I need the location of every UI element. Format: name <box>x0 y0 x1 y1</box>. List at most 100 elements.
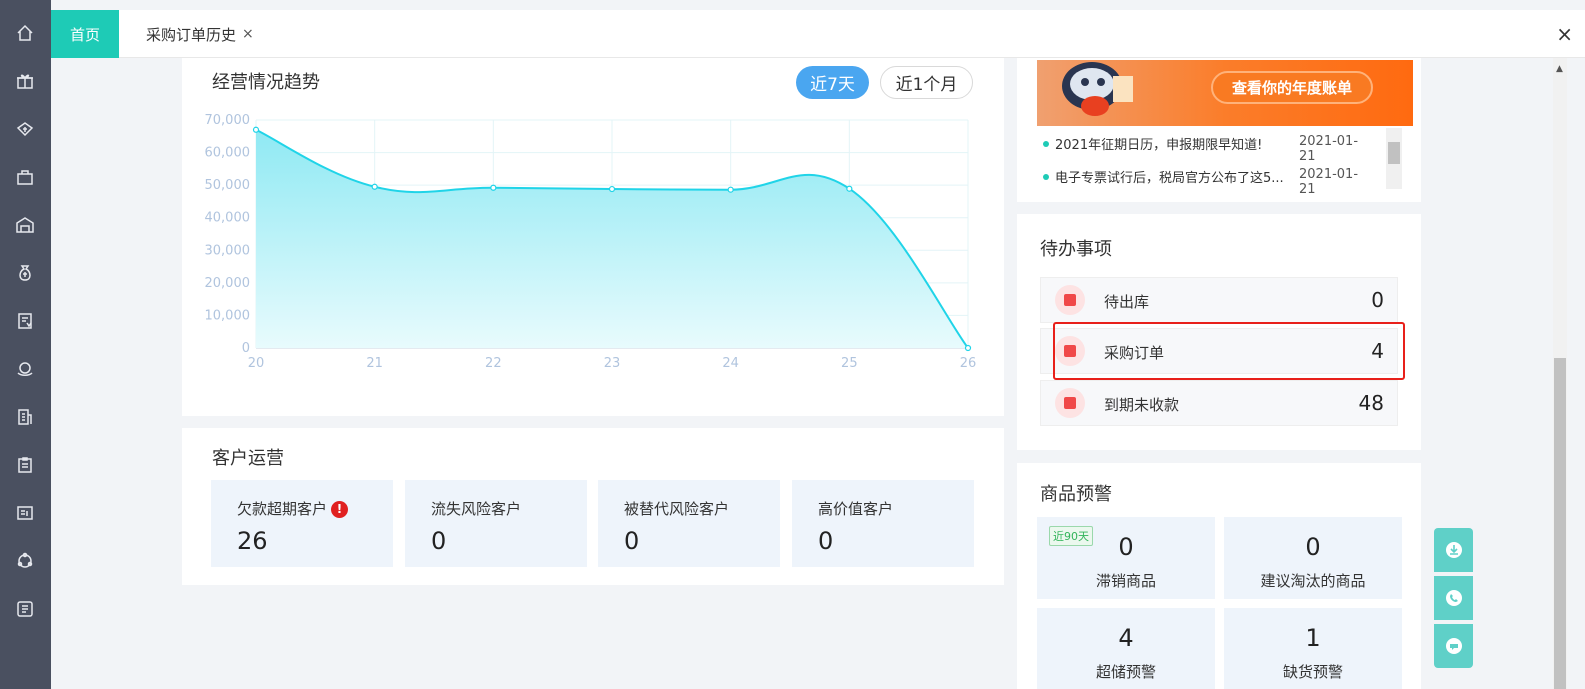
customer-overdue-label-wrap: 欠款超期客户! <box>237 498 349 519</box>
annual-bill-button[interactable]: 查看你的年度账单 <box>1211 71 1373 104</box>
todo-label: 待出库 <box>1104 293 1150 311</box>
todo-item-overdue-receivable[interactable]: 到期未收款 48 <box>1040 380 1398 426</box>
overstock-label: 超储预警 <box>1095 663 1156 681</box>
customer-high-value-card[interactable]: 高价值客户 0 <box>792 480 974 567</box>
customer-overdue-label: 欠款超期客户 <box>237 500 328 518</box>
customer-high-value-value: 0 <box>818 527 834 555</box>
cycle-icon[interactable] <box>9 545 41 577</box>
trend-chart: 0 10,000 20,000 30,000 40,000 50,000 60,000 70,… <box>205 113 977 371</box>
out-of-stock-card[interactable]: 1 缺货预警 <box>1224 608 1402 689</box>
customer-overdue-value: 26 <box>237 527 268 555</box>
x-tick-label: 22 <box>485 356 502 371</box>
tab-purchase-history-label: 采购订单历史 <box>146 25 237 44</box>
data-point <box>727 186 734 193</box>
customer-replaced-card[interactable]: 被替代风险客户 0 <box>598 480 780 567</box>
chat-button[interactable] <box>1434 624 1473 668</box>
x-tick-label: 20 <box>248 356 265 371</box>
finance-icon[interactable] <box>9 113 41 145</box>
overstock-value: 4 <box>1118 624 1134 652</box>
customer-high-value-label: 高价值客户 <box>818 500 894 518</box>
data-point <box>608 185 616 193</box>
x-tick-label: 24 <box>722 356 739 371</box>
todo-value: 0 <box>1371 288 1384 312</box>
news-scrollbar[interactable] <box>1386 128 1402 189</box>
overstock-card[interactable]: 4 超储预警 <box>1037 608 1215 689</box>
y-tick-label: 20,000 <box>205 276 251 291</box>
x-tick-label: 25 <box>841 356 858 371</box>
news-bullet-icon <box>1043 141 1049 147</box>
customer-ops-title: 客户运营 <box>212 448 284 469</box>
invoice-icon[interactable] <box>9 305 41 337</box>
tab-home[interactable]: 首页 <box>51 10 119 58</box>
todo-item-pending-outbound[interactable]: 待出库 0 <box>1040 277 1398 323</box>
y-tick-label: 40,000 <box>205 211 251 226</box>
range-7-days-button[interactable]: 近7天 <box>796 66 869 99</box>
bag-icon[interactable] <box>9 161 41 193</box>
news-scrollbar-thumb[interactable] <box>1388 142 1400 164</box>
page-scrollbar-thumb[interactable] <box>1554 358 1566 689</box>
phone-button[interactable] <box>1434 576 1473 620</box>
customer-overdue-card[interactable]: 欠款超期客户! 26 <box>211 480 393 567</box>
tab-purchase-history[interactable]: 采购订单历史 × <box>146 10 254 58</box>
money-bag-icon[interactable] <box>9 257 41 289</box>
clipboard-icon[interactable] <box>9 449 41 481</box>
id-card-icon[interactable] <box>9 497 41 529</box>
suggest-eliminate-label: 建议淘汰的商品 <box>1260 572 1366 590</box>
x-tick-label: 21 <box>366 356 383 371</box>
scroll-up-icon[interactable]: ▲ <box>1556 64 1563 74</box>
y-tick-label: 50,000 <box>205 178 251 193</box>
data-point <box>490 184 497 191</box>
warehouse-icon[interactable] <box>9 209 41 241</box>
news-text: 2021年征期日历，申报期限早知道! <box>1055 138 1263 153</box>
out-of-stock-label: 缺货预警 <box>1282 663 1343 681</box>
slow-moving-value: 0 <box>1118 533 1134 561</box>
todo-title: 待办事项 <box>1040 239 1112 260</box>
warning-icon: ! <box>331 501 349 518</box>
suggest-eliminate-card[interactable]: 0 建议淘汰的商品 <box>1224 517 1402 599</box>
trend-title: 经营情况趋势 <box>212 72 320 93</box>
building-icon[interactable] <box>9 401 41 433</box>
news-bullet-icon <box>1043 174 1049 180</box>
coins-icon[interactable] <box>9 353 41 385</box>
product-alerts-title: 商品预警 <box>1040 484 1112 505</box>
top-strip <box>51 0 1585 10</box>
tab-bar: 首页 采购订单历史 × × <box>51 10 1585 58</box>
slow-moving-label: 滞销商品 <box>1095 572 1156 590</box>
gift-icon[interactable] <box>9 65 41 97</box>
sidebar <box>0 0 51 689</box>
y-tick-label: 30,000 <box>205 243 251 258</box>
todo-value: 48 <box>1358 391 1384 415</box>
close-all-tabs-icon[interactable]: × <box>1556 22 1573 46</box>
page-scrollbar[interactable]: ▲ <box>1553 58 1567 689</box>
chat-icon <box>1445 638 1462 654</box>
x-tick-label: 26 <box>960 356 977 371</box>
news-date: 2021-01-21 <box>1299 134 1359 164</box>
home-icon[interactable] <box>9 17 41 49</box>
annual-bill-banner[interactable]: 查看你的年度账单 <box>1037 60 1413 126</box>
range-1-month-button[interactable]: 近1个月 <box>880 66 973 99</box>
outbound-icon <box>1055 285 1085 315</box>
mascot-illustration <box>1062 62 1133 116</box>
suggest-eliminate-value: 0 <box>1305 533 1321 561</box>
out-of-stock-value: 1 <box>1305 624 1321 652</box>
phone-icon <box>1445 590 1462 606</box>
news-text: 电子专票试行后，税局官方公布了这5... <box>1055 171 1284 186</box>
news-item[interactable]: 电子专票试行后，税局官方公布了这5... 2021-01-21 <box>1043 167 1373 197</box>
news-item[interactable]: 2021年征期日历，申报期限早知道! 2021-01-21 <box>1043 134 1373 164</box>
customer-churn-label: 流失风险客户 <box>431 500 522 518</box>
news-date: 2021-01-21 <box>1299 167 1359 197</box>
x-tick-label: 23 <box>604 356 621 371</box>
data-point <box>371 183 378 190</box>
highlight-box <box>1053 322 1405 380</box>
y-tick-label: 0 <box>242 341 250 356</box>
y-tick-label: 70,000 <box>205 113 251 128</box>
download-button[interactable] <box>1434 528 1473 572</box>
data-point <box>252 126 260 133</box>
new-icon[interactable] <box>9 593 41 625</box>
download-icon <box>1445 542 1462 558</box>
slow-moving-card[interactable]: 近90天 0 滞销商品 <box>1037 517 1215 599</box>
tab-close-icon[interactable]: × <box>242 26 254 42</box>
data-point <box>846 185 853 192</box>
customer-churn-card[interactable]: 流失风险客户 0 <box>405 480 587 567</box>
y-tick-label: 10,000 <box>205 308 251 323</box>
